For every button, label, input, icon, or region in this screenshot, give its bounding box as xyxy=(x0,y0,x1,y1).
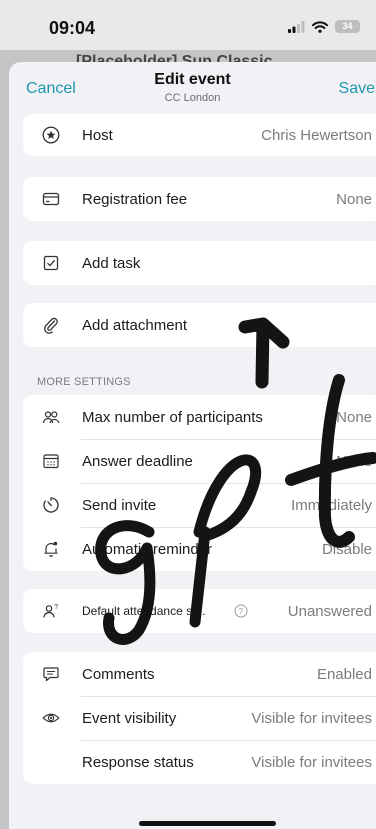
timer-icon xyxy=(40,494,62,516)
event-visibility-row[interactable]: Event visibility Visible for invitees xyxy=(23,696,376,740)
attendance-card: ? Default attendance st... ? Unanswered xyxy=(23,589,376,633)
send-invite-value: Immediately xyxy=(291,496,372,514)
add-task-row[interactable]: Add task xyxy=(23,241,376,285)
default-attendance-label: Default attendance st... xyxy=(82,604,206,618)
registration-card: Registration fee None xyxy=(23,177,376,221)
host-row[interactable]: Host Chris Hewertson xyxy=(23,114,376,156)
edit-event-sheet: Cancel Edit event CC London Save Host Ch… xyxy=(9,62,376,829)
page-subtitle: CC London xyxy=(164,92,221,104)
registration-value: None xyxy=(336,190,372,208)
more-settings-header: MORE SETTINGS xyxy=(37,376,131,388)
svg-text:?: ? xyxy=(239,607,244,616)
status-icons: 34 xyxy=(288,20,360,33)
attachment-card: Add attachment xyxy=(23,303,376,347)
star-icon xyxy=(40,124,62,146)
svg-text:?: ? xyxy=(54,604,58,611)
page-title: Edit event xyxy=(154,71,231,88)
comments-label: Comments xyxy=(82,665,155,683)
card-icon xyxy=(40,188,62,210)
comments-value: Enabled xyxy=(316,665,372,683)
signal-icon xyxy=(288,20,305,33)
max-participants-label: Max number of participants xyxy=(82,408,263,426)
wifi-icon xyxy=(312,20,328,33)
automatic-reminder-label: Automatic reminder xyxy=(82,540,213,558)
registration-label: Registration fee xyxy=(82,190,188,208)
max-participants-row[interactable]: Max number of participants None xyxy=(23,395,376,439)
help-icon[interactable]: ? xyxy=(234,604,248,618)
response-status-label: Response status xyxy=(82,753,194,771)
person-question-icon: ? xyxy=(40,600,62,622)
home-indicator xyxy=(139,821,276,826)
registration-row[interactable]: Registration fee None xyxy=(23,177,376,221)
default-attendance-row[interactable]: ? Default attendance st... ? Unanswered xyxy=(23,589,376,633)
add-task-label: Add task xyxy=(82,254,141,272)
answer-deadline-value: None xyxy=(336,452,372,470)
visibility-card: Comments Enabled Event visibility Visibl… xyxy=(23,652,376,784)
host-card: Host Chris Hewertson xyxy=(23,114,376,156)
add-attachment-row[interactable]: Add attachment xyxy=(23,303,376,347)
automatic-reminder-row[interactable]: Automatic reminder Disable xyxy=(23,527,376,571)
event-visibility-value: Visible for invitees xyxy=(251,709,372,727)
comment-icon xyxy=(40,663,62,685)
host-value: Chris Hewertson xyxy=(261,126,372,144)
save-button[interactable]: Save xyxy=(339,80,375,98)
paperclip-icon xyxy=(40,314,62,336)
answer-deadline-row[interactable]: Answer deadline None xyxy=(23,439,376,483)
max-participants-value: None xyxy=(336,408,372,426)
comments-row[interactable]: Comments Enabled xyxy=(23,652,376,696)
add-attachment-label: Add attachment xyxy=(82,316,188,334)
host-label: Host xyxy=(82,126,113,144)
automatic-reminder-value: Disable xyxy=(321,540,372,558)
eye-icon xyxy=(40,707,62,729)
default-attendance-value: Unanswered xyxy=(287,602,372,620)
status-time: 09:04 xyxy=(49,18,96,38)
response-status-value: Visible for invitees xyxy=(251,753,372,771)
nav-bar: Cancel Edit event CC London Save xyxy=(9,62,376,116)
event-visibility-label: Event visibility xyxy=(82,709,177,727)
send-invite-row[interactable]: Send invite Immediately xyxy=(23,483,376,527)
more-settings-card: Max number of participants None Answer d… xyxy=(23,395,376,571)
checkbox-icon xyxy=(40,252,62,274)
calendar-icon xyxy=(40,450,62,472)
send-invite-label: Send invite xyxy=(82,496,157,514)
status-bar: 09:04 34 xyxy=(0,0,376,50)
battery-icon: 34 xyxy=(335,20,360,33)
bell-icon xyxy=(40,538,62,560)
people-icon xyxy=(40,406,62,428)
nav-title-group: Edit event CC London xyxy=(9,71,376,104)
response-status-row[interactable]: Response status Visible for invitees xyxy=(23,740,376,784)
answer-deadline-label: Answer deadline xyxy=(82,452,193,470)
task-card: Add task xyxy=(23,241,376,285)
